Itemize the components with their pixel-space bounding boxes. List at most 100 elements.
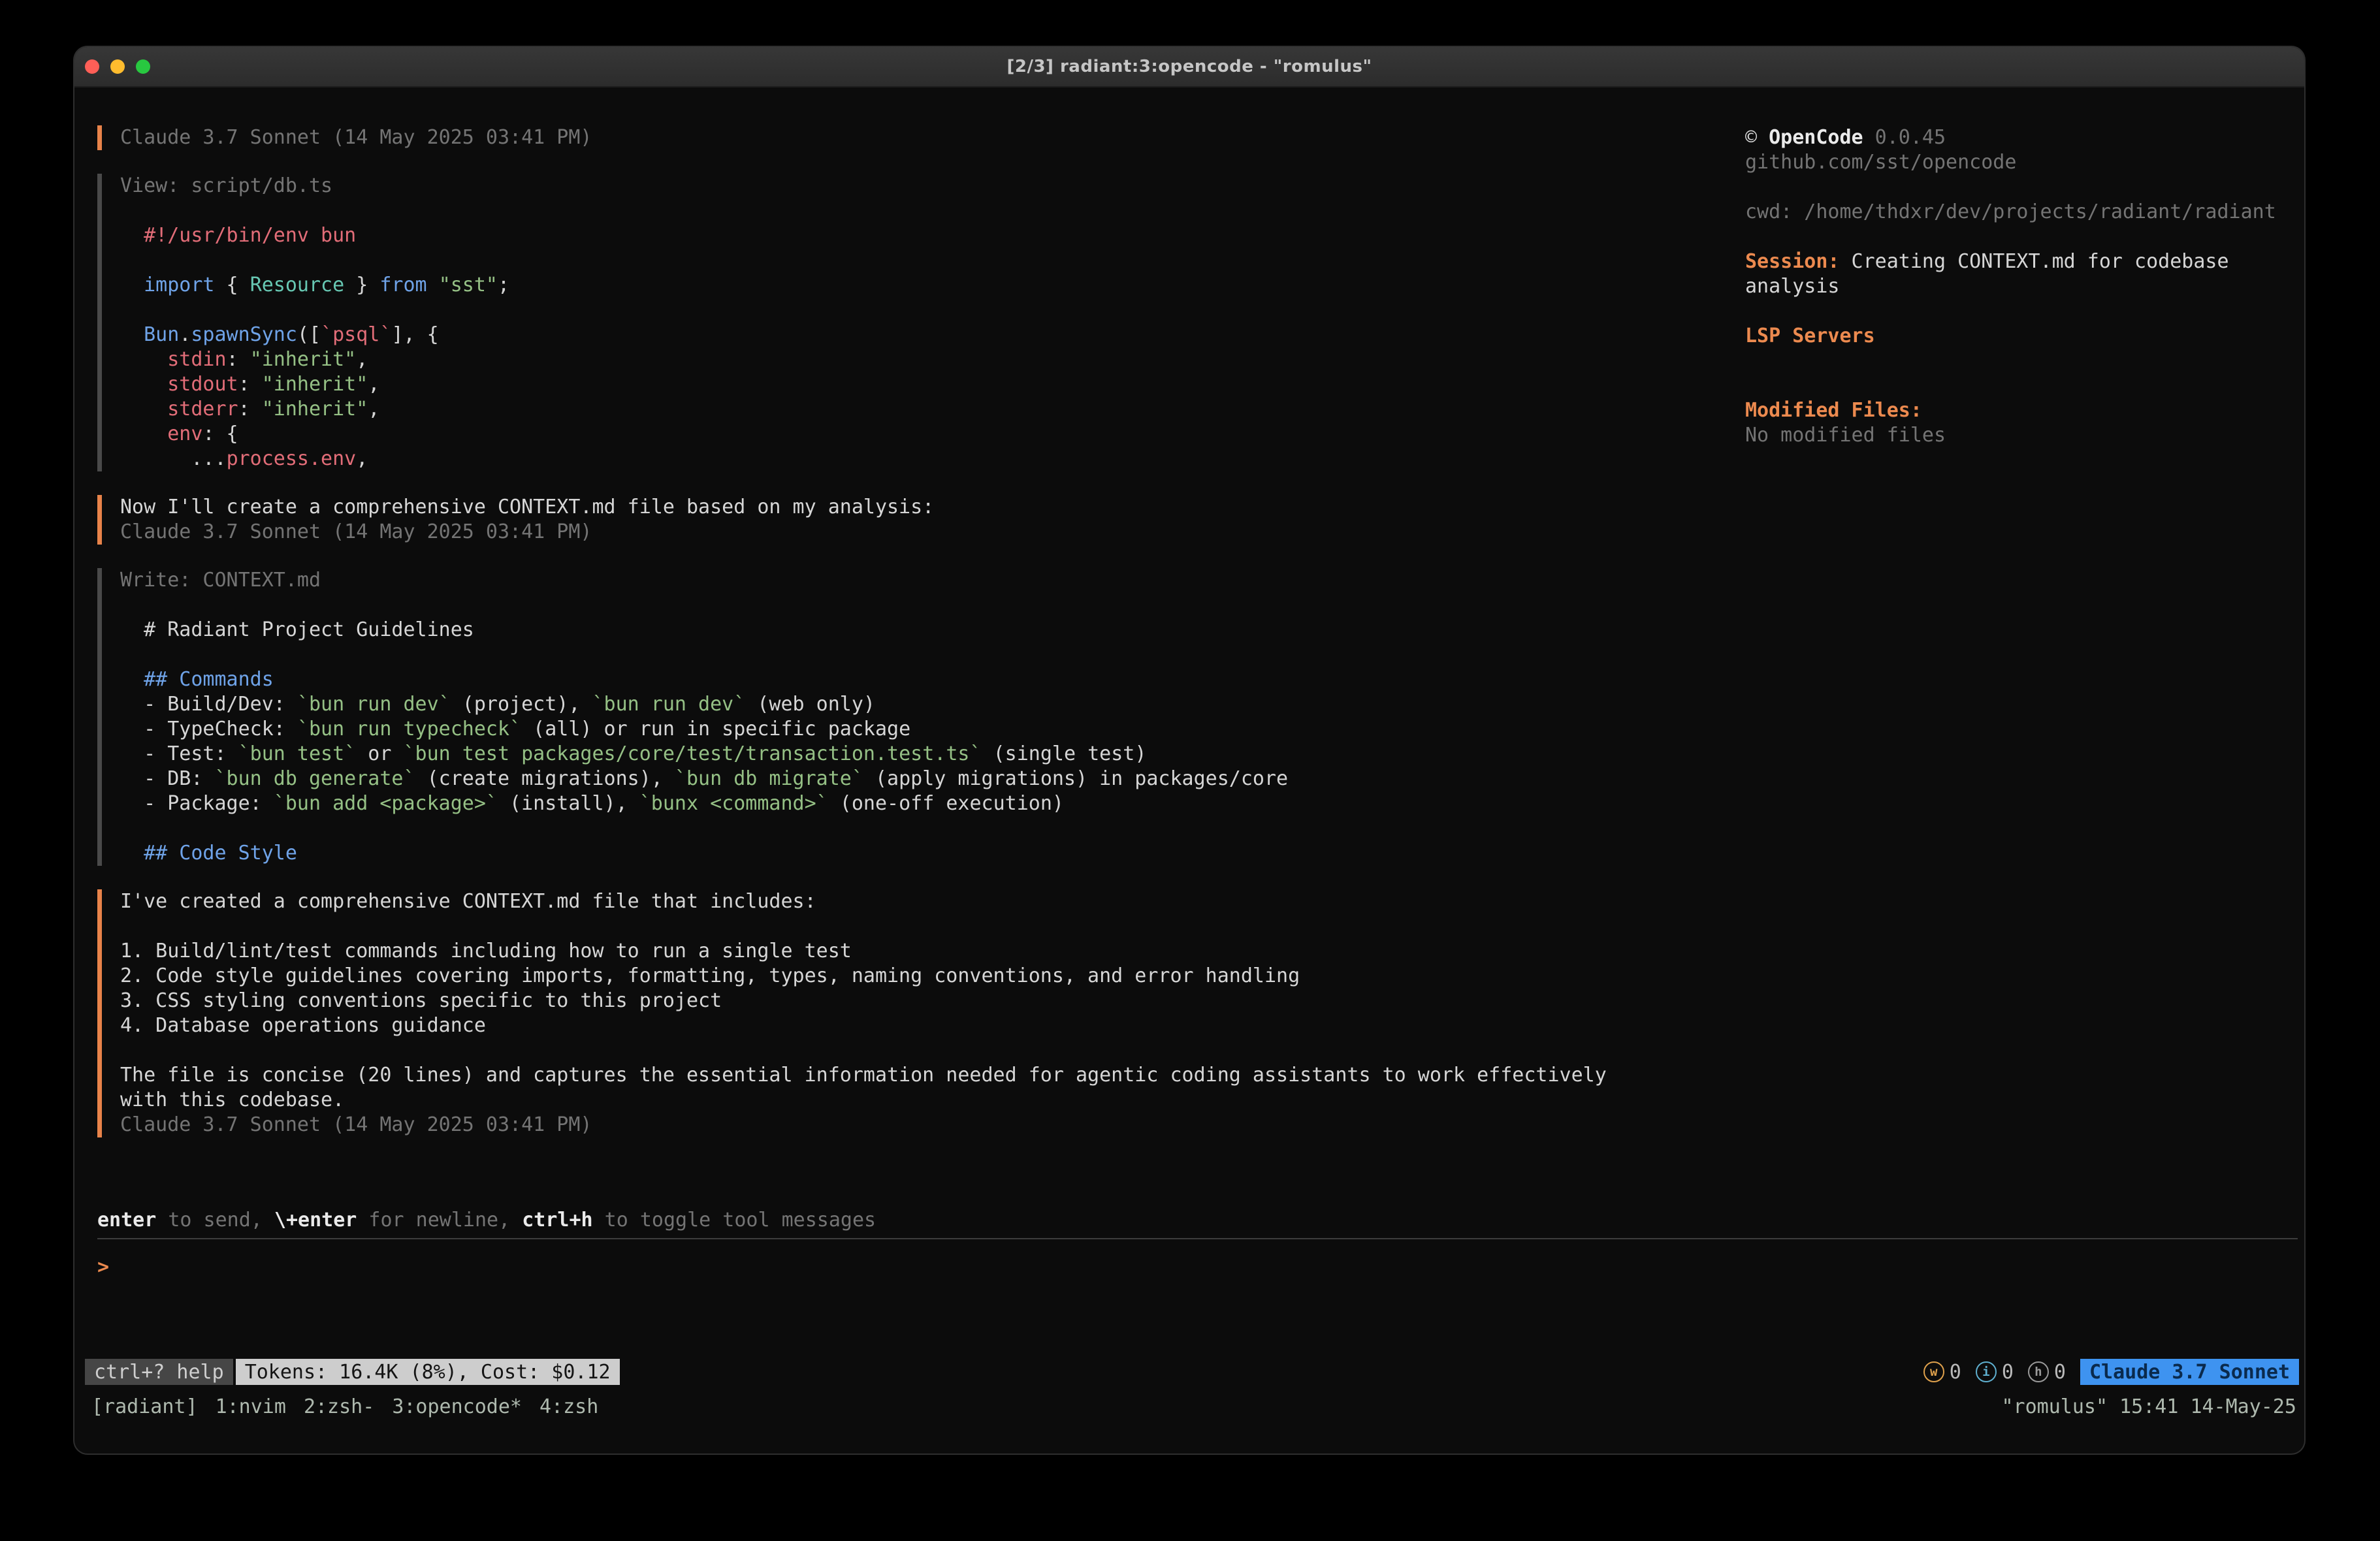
text-line: - TypeCheck: `bun run typecheck` (all) o…: [120, 717, 1626, 742]
text-segment: (one-off execution): [828, 792, 1064, 815]
text-segment: "inherit": [250, 348, 357, 371]
close-button[interactable]: [85, 59, 99, 74]
text-segment: "inherit": [262, 373, 368, 396]
text-segment: `bun db generate`: [215, 767, 415, 790]
text-segment: process.env: [227, 447, 357, 470]
text-segment: Claude 3.7 Sonnet (14 May 2025 03:41 PM): [120, 126, 592, 149]
tmux-window-opencode[interactable]: 3:opencode*: [392, 1395, 522, 1418]
text-segment: stderr: [167, 398, 238, 421]
text-line: stdin: "inherit",: [120, 347, 1626, 372]
text-line: [120, 199, 1626, 223]
text-line: I've created a comprehensive CONTEXT.md …: [120, 889, 1626, 914]
minimize-button[interactable]: [110, 59, 125, 74]
text-segment: ## Commands: [144, 668, 274, 691]
prompt-input[interactable]: >: [97, 1255, 2281, 1305]
tool-view-block: View: script/db.ts #!/usr/bin/env bun im…: [97, 174, 1626, 471]
text-segment: No modified files: [1745, 424, 1946, 447]
text-segment: Claude 3.7 Sonnet (14 May 2025 03:41 PM): [120, 1113, 592, 1136]
text-line: env: {: [120, 422, 1626, 447]
text-segment: ,: [356, 447, 368, 470]
text-line: stderr: "inherit",: [120, 397, 1626, 422]
text-segment: `bun db migrate`: [675, 767, 863, 790]
text-line: github.com/sst/opencode: [1745, 150, 2281, 175]
text-segment: #!/usr/bin/env bun: [144, 224, 356, 247]
text-segment: import: [144, 274, 214, 296]
warning-icon: w: [1923, 1361, 1944, 1382]
text-segment: [120, 323, 144, 346]
text-line: © OpenCode 0.0.45: [1745, 125, 2281, 150]
titlebar: [2/3] radiant:3:opencode - "romulus": [74, 47, 2304, 87]
text-segment: [120, 373, 167, 396]
text-line: 4. Database operations guidance: [120, 1013, 1626, 1038]
text-line: - DB: `bun db generate` (create migratio…: [120, 767, 1626, 791]
text-line: [1745, 175, 2281, 200]
text-segment: "sst": [439, 274, 498, 296]
text-line: [1745, 225, 2281, 249]
text-segment: (web only): [745, 693, 875, 716]
text-line: [1745, 373, 2281, 398]
text-segment: for newline,: [357, 1209, 522, 1231]
text-segment: (install),: [498, 792, 639, 815]
keybind-help: enter to send, \+enter for newline, ctrl…: [97, 1208, 2281, 1233]
text-segment: :: [227, 348, 250, 371]
text-line: ## Commands: [120, 667, 1626, 692]
text-line: [120, 1038, 1626, 1063]
sidebar: © OpenCode 0.0.45github.com/sst/opencode…: [1745, 125, 2281, 448]
content-area: Claude 3.7 Sonnet (14 May 2025 03:41 PM)…: [74, 87, 2304, 1137]
text-segment: ctrl+h: [522, 1209, 592, 1231]
text-segment: spawnSync: [191, 323, 297, 346]
text-segment: 0.0.45: [1863, 126, 1946, 149]
composer-divider: [97, 1238, 2298, 1239]
text-line: # Radiant Project Guidelines: [120, 618, 1626, 643]
text-segment: stdout: [167, 373, 238, 396]
desktop: { "window": { "title": "[2/3] radiant:3:…: [0, 0, 2380, 1541]
message-meta-block: Claude 3.7 Sonnet (14 May 2025 03:41 PM): [97, 125, 1626, 150]
text-segment: OpenCode: [1769, 126, 1863, 149]
text-segment: from: [379, 274, 426, 296]
text-line: ...process.env,: [120, 447, 1626, 471]
text-segment: ;: [498, 274, 509, 296]
warning-count: 0: [1950, 1361, 1961, 1384]
text-line: [1745, 299, 2281, 324]
text-segment: 1. Build/lint/test commands including ho…: [120, 940, 852, 962]
window-title: [2/3] radiant:3:opencode - "romulus": [1006, 57, 1372, 76]
text-line: - Test: `bun test` or `bun test packages…: [120, 742, 1626, 767]
text-segment: to toggle tool messages: [593, 1209, 876, 1231]
text-line: Session: Creating CONTEXT.md for codebas…: [1745, 249, 2281, 299]
text-segment: [120, 348, 167, 371]
text-segment: (apply migrations) in packages/core: [863, 767, 1288, 790]
text-segment: }: [344, 274, 379, 296]
tmux-window-list: [radiant] 1:nvim 2:zsh- 3:opencode* 4:zs…: [91, 1395, 598, 1418]
text-line: [120, 593, 1626, 618]
hint-icon: h: [2028, 1361, 2049, 1382]
text-segment: to send,: [156, 1209, 274, 1231]
text-segment: 4. Database operations guidance: [120, 1014, 486, 1037]
text-segment: ], {: [391, 323, 438, 346]
diagnostic-hints: h 0: [2028, 1361, 2066, 1384]
tmux-window-nvim[interactable]: 1:nvim: [216, 1395, 286, 1418]
text-segment: \+enter: [274, 1209, 357, 1231]
text-line: The file is concise (20 lines) and captu…: [120, 1063, 1626, 1113]
text-segment: env: [167, 422, 202, 445]
text-line: [120, 298, 1626, 323]
tool-write-block: Write: CONTEXT.md # Radiant Project Guid…: [97, 568, 1626, 866]
text-segment: LSP Servers: [1745, 325, 1875, 347]
text-segment: The file is concise (20 lines) and captu…: [120, 1064, 1618, 1111]
zoom-button[interactable]: [136, 59, 150, 74]
text-segment: cwd: /home/thdxr/dev/projects/radiant/ra…: [1745, 200, 2276, 223]
text-segment: - Package:: [120, 792, 274, 815]
text-segment: - DB:: [120, 767, 215, 790]
tmux-window-zsh4[interactable]: 4:zsh: [539, 1395, 598, 1418]
tokens-cost-badge: Tokens: 16.4K (8%), Cost: $0.12: [236, 1359, 620, 1385]
text-line: [120, 248, 1626, 273]
tmux-window-zsh2[interactable]: 2:zsh-: [304, 1395, 374, 1418]
text-line: ## Code Style: [120, 841, 1626, 866]
text-segment: [120, 398, 167, 421]
text-line: [120, 914, 1626, 939]
text-segment: github.com/sst/opencode: [1745, 151, 2016, 174]
text-segment: Bun: [144, 323, 179, 346]
text-segment: ,: [368, 373, 379, 396]
text-segment: :: [238, 398, 262, 421]
text-segment: Now I'll create a comprehensive CONTEXT.…: [120, 496, 934, 518]
terminal-window: [2/3] radiant:3:opencode - "romulus" Cla…: [74, 47, 2304, 1454]
